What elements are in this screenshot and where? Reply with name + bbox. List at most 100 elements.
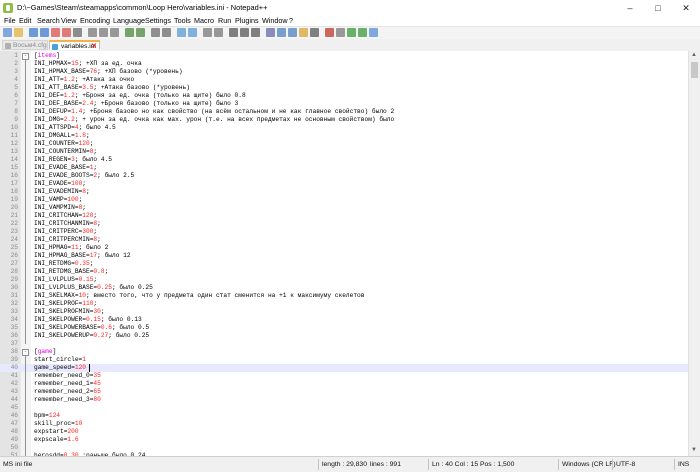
code-line[interactable]: 27 INI_RETDMG=0.35;: [0, 260, 688, 268]
paste-icon[interactable]: [110, 28, 119, 37]
code-line[interactable]: 15 INI_EVADE_BASE=1;: [0, 164, 688, 172]
code-line[interactable]: 7 INI_DEF_BASE=2.4; +Броня базово (только…: [0, 100, 688, 108]
code-line[interactable]: 41 remember_need_0=35: [0, 372, 688, 380]
code-line[interactable]: 2 INI_HPMAX=15; +ХП за ед. очка: [0, 60, 688, 68]
code-line[interactable]: 5 INI_ATT_BASE=3.5; +Атака базово (*урове…: [0, 84, 688, 92]
find-icon[interactable]: [151, 28, 160, 37]
code-line[interactable]: 8 INI_DEFUP=1.4; +Броня базово но как сво…: [0, 108, 688, 116]
fold-toggle-icon[interactable]: -: [22, 53, 29, 60]
code-line[interactable]: 1- [items]: [0, 52, 688, 60]
code-line[interactable]: 25 INI_HPMAG=11; было 2: [0, 244, 688, 252]
code-line[interactable]: 30 INI_LVLPLUS_BASE=0.25; было 0.25: [0, 284, 688, 292]
code-line[interactable]: 45: [0, 404, 688, 412]
close-all-icon[interactable]: [62, 28, 71, 37]
print-icon[interactable]: [73, 28, 82, 37]
scroll-down-arrow-icon[interactable]: ▼: [691, 447, 697, 453]
menu-file[interactable]: File: [4, 16, 16, 26]
code-line[interactable]: 23 INI_CRITPERC=300;: [0, 228, 688, 236]
code-line[interactable]: 11 INI_DMGALL=1.8;: [0, 132, 688, 140]
code-line[interactable]: 9 INI_DMG=2.2; + урон за ед. очка как мах…: [0, 116, 688, 124]
record-macro-icon[interactable]: [325, 28, 334, 37]
code-line[interactable]: 18 INI_EVADEMIN=8;: [0, 188, 688, 196]
code-line[interactable]: 21 INI_CRITCHAN=120;: [0, 212, 688, 220]
menu-settings[interactable]: Settings: [145, 16, 171, 26]
language-icon[interactable]: [266, 28, 275, 37]
maximize-icon[interactable]: □: [644, 0, 672, 16]
code-line[interactable]: 33 INI_SKELPROFMIN=30;: [0, 308, 688, 316]
replace-icon[interactable]: [162, 28, 171, 37]
code-line[interactable]: 35 INI_SKELPOWERBASE=0.6; было 0.5: [0, 324, 688, 332]
zoom-out-icon[interactable]: [188, 28, 197, 37]
indent-guide-icon[interactable]: [251, 28, 260, 37]
function-list-icon[interactable]: [288, 28, 297, 37]
close-file-icon[interactable]: [51, 28, 60, 37]
close-icon[interactable]: ✕: [672, 0, 700, 16]
code-line[interactable]: 28 INI_RETDMG_BASE=0.8;: [0, 268, 688, 276]
open-file-icon[interactable]: [14, 28, 23, 37]
menu-search[interactable]: Search: [37, 16, 60, 26]
fold-toggle-icon[interactable]: -: [22, 349, 29, 356]
code-line[interactable]: 46 bpm=124: [0, 412, 688, 420]
menu-window[interactable]: Window: [262, 16, 288, 26]
save-all-icon[interactable]: [40, 28, 49, 37]
code-line[interactable]: 12 INI_COUNTER=120;: [0, 140, 688, 148]
scroll-thumb[interactable]: [691, 62, 698, 78]
stop-macro-icon[interactable]: [336, 28, 345, 37]
code-line[interactable]: 37: [0, 340, 688, 348]
code-line[interactable]: 48 expstart=200: [0, 428, 688, 436]
tab-variables-ini[interactable]: variables.ini ✕: [49, 40, 100, 50]
status-encoding[interactable]: UTF-8: [616, 461, 635, 468]
code-line[interactable]: 47 skill_proc=10: [0, 420, 688, 428]
new-file-icon[interactable]: [3, 28, 12, 37]
menu-encoding[interactable]: Encoding: [80, 16, 110, 26]
monitor-icon[interactable]: [310, 28, 319, 37]
doc-map-icon[interactable]: [277, 28, 286, 37]
undo-icon[interactable]: [125, 28, 134, 37]
menu-tools[interactable]: Tools: [174, 16, 191, 26]
code-line[interactable]: 17 INI_EVADE=100;: [0, 180, 688, 188]
sync-vertical-icon[interactable]: [203, 28, 212, 37]
code-line[interactable]: 4 INI_ATT=1.2; +Атака за очко: [0, 76, 688, 84]
show-all-chars-icon[interactable]: [240, 28, 249, 37]
menu-macro[interactable]: Macro: [194, 16, 214, 26]
code-line[interactable]: 34 INI_SKELPOWER=0.15; было 0.13: [0, 316, 688, 324]
code-line[interactable]: 36 INI_SKELPOWERUP=0.27; было 0.25: [0, 332, 688, 340]
menu-help[interactable]: ?: [289, 16, 293, 26]
code-line[interactable]: 19 INI_VAMP=100;: [0, 196, 688, 204]
code-line[interactable]: 3 INI_HPMAX_BASE=76; +ХП базово (*уровень…: [0, 68, 688, 76]
vertical-scrollbar[interactable]: ▲ ▼: [688, 51, 700, 456]
code-line[interactable]: 20 INI_VAMPMIN=8;: [0, 204, 688, 212]
code-line[interactable]: 40 game_speed=120: [0, 364, 688, 372]
code-line[interactable]: 13 INI_COUNTERMIN=8;: [0, 148, 688, 156]
code-line[interactable]: 31 INI_SKELMAX=10; вместо того, что у пре…: [0, 292, 688, 300]
text-editor[interactable]: 1- [items] 2 INI_HPMAX=15; +ХП за ед. очка 3…: [0, 51, 688, 456]
status-eol[interactable]: Windows (CR LF): [562, 461, 616, 468]
code-line[interactable]: 10 INI_ATTSPD=4; было 4.5: [0, 124, 688, 132]
code-line[interactable]: 32 INI_SKELPROF=110;: [0, 300, 688, 308]
copy-icon[interactable]: [99, 28, 108, 37]
scroll-up-arrow-icon[interactable]: ▲: [691, 52, 697, 58]
status-insert-mode[interactable]: INS: [678, 461, 689, 468]
code-line[interactable]: 50: [0, 444, 688, 452]
code-line[interactable]: 26 INI_HPMAG_BASE=17; было 12: [0, 252, 688, 260]
sync-horizontal-icon[interactable]: [214, 28, 223, 37]
code-line[interactable]: 39 start_circle=1: [0, 356, 688, 364]
play-macro-icon[interactable]: [347, 28, 356, 37]
tab-bosym4-cfg[interactable]: Восьм4.cfg: [2, 40, 48, 50]
code-line[interactable]: 6 INI_DEF=1.2; +Броня за ед. очка (только…: [0, 92, 688, 100]
code-line[interactable]: 29 INI_LVLPLUS=0.15;: [0, 276, 688, 284]
code-line[interactable]: 24 INI_CRITPERCMIN=8;: [0, 236, 688, 244]
code-line[interactable]: 44 remember_need_3=80: [0, 396, 688, 404]
code-line[interactable]: 14 INI_REGEN=3; было 4.5: [0, 156, 688, 164]
menu-edit[interactable]: Edit: [19, 16, 31, 26]
zoom-in-icon[interactable]: [177, 28, 186, 37]
save-icon[interactable]: [29, 28, 38, 37]
code-line[interactable]: 43 remember_need_2=65: [0, 388, 688, 396]
menu-run[interactable]: Run: [218, 16, 231, 26]
save-macro-icon[interactable]: [369, 28, 378, 37]
minimize-icon[interactable]: –: [616, 0, 644, 16]
menu-view[interactable]: View: [61, 16, 76, 26]
cut-icon[interactable]: [88, 28, 97, 37]
word-wrap-icon[interactable]: [229, 28, 238, 37]
redo-icon[interactable]: [136, 28, 145, 37]
